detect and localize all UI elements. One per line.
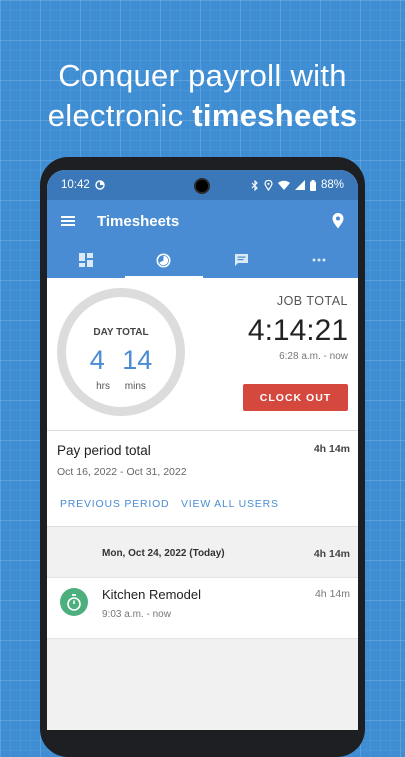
time-summary-card: DAY TOTAL 4 14 hrs mins JOB TOTAL 4:14:2… [47,278,358,431]
day-total-minutes: 14 [122,345,153,375]
headline-line-2-prefix: electronic [47,98,193,133]
wifi-icon [277,180,290,190]
tab-more[interactable] [280,242,358,278]
day-total-label: DAY TOTAL [93,327,149,338]
signal-icon [294,180,305,190]
hours-unit: hrs [96,381,110,392]
entry-name: Kitchen Remodel [102,587,201,602]
status-bar: 10:42 88% [47,170,358,200]
day-total-ring: DAY TOTAL 4 14 hrs mins [57,288,185,416]
headline-line-2: electronic timesheets [0,96,405,136]
pay-period-range: Oct 16, 2022 - Oct 31, 2022 [57,466,187,478]
headline-line-1: Conquer payroll with [58,58,347,93]
minutes-unit: mins [124,381,146,392]
entry-time: 9:03 a.m. - now [102,609,171,620]
entry-duration: 4h 14m [314,588,350,600]
promo-headline: Conquer payroll with electronic timeshee… [0,56,405,136]
headline-line-2-bold: timesheets [192,98,358,133]
location-pin-icon[interactable] [332,213,344,229]
day-group-header: Mon, Oct 24, 2022 (Today) 4h 14m [47,527,358,577]
stopwatch-icon [60,588,88,616]
phone-screen: 10:42 88% Timesheets DAY TOTAL 4 14 hrs … [47,170,358,730]
bluetooth-icon [251,179,259,191]
app-title: Timesheets [97,212,180,230]
job-total-since: 6:28 a.m. - now [279,351,348,362]
timer-status-icon [95,180,105,190]
tab-bar [47,242,358,278]
location-status-icon [264,179,273,191]
previous-period-button[interactable]: PREVIOUS PERIOD [60,498,169,510]
time-entry[interactable]: Kitchen Remodel 9:03 a.m. - now 4h 14m [47,577,358,639]
job-total-label: JOB TOTAL [276,294,348,308]
pay-period-total: 4h 14m [313,443,350,455]
day-total-units: hrs mins [66,381,176,392]
tab-chat[interactable] [203,242,281,278]
day-group-total: 4h 14m [313,548,350,560]
dashboard-icon [78,253,93,267]
app-bar: Timesheets [47,200,358,242]
battery-icon [309,179,316,191]
day-total-hours: 4 [89,345,105,375]
chat-icon [234,253,249,267]
clock-out-button[interactable]: CLOCK OUT [243,384,348,411]
day-group-date: Mon, Oct 24, 2022 (Today) [102,548,225,559]
more-icon [312,258,326,262]
menu-icon[interactable] [61,215,75,227]
battery-percent: 88% [320,179,344,191]
view-all-users-button[interactable]: VIEW ALL USERS [181,498,279,510]
timer-icon [156,253,171,268]
tab-dashboard[interactable] [47,242,125,278]
status-time: 10:42 [61,179,90,191]
day-total-value: 4 14 [66,345,176,376]
pay-period-card: Pay period total 4h 14m Oct 16, 2022 - O… [47,431,358,527]
pay-period-title: Pay period total [57,443,151,458]
job-total-time: 4:14:21 [247,314,348,347]
tab-timer[interactable] [124,242,203,278]
front-camera [194,178,210,194]
